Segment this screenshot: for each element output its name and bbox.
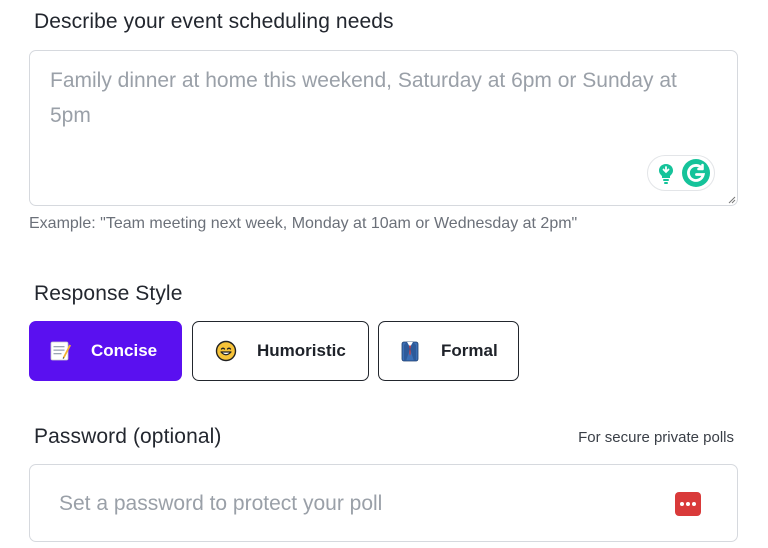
style-option-formal[interactable]: Formal [378,321,519,381]
password-hint: For secure private polls [578,429,734,446]
resize-handle-icon[interactable] [728,196,736,204]
password-input[interactable] [59,487,659,521]
password-manager-icon[interactable] [675,492,701,516]
memo-icon [50,341,71,361]
description-placeholder: Family dinner at home this weekend, Satu… [50,69,677,127]
grinning-face-icon [215,340,237,362]
description-label: Describe your event scheduling needs [34,10,394,33]
style-option-label: Formal [441,341,498,360]
password-field-container [29,464,738,542]
suit-icon [401,341,419,362]
event-scheduler-form: Describe your event scheduling needs Fam… [0,0,768,548]
response-style-label: Response Style [34,282,183,305]
style-option-label: Humoristic [257,341,346,360]
style-option-label: Concise [91,341,158,360]
description-example: Example: "Team meeting next week, Monday… [29,215,578,232]
grammarly-widget[interactable] [647,155,715,191]
grammarly-icon[interactable] [681,158,711,188]
style-option-concise[interactable]: Concise [29,321,182,381]
style-option-humoristic[interactable]: Humoristic [192,321,369,381]
password-label: Password (optional) [34,425,222,448]
description-textarea[interactable]: Family dinner at home this weekend, Satu… [29,50,738,206]
lightbulb-icon[interactable] [652,159,680,187]
